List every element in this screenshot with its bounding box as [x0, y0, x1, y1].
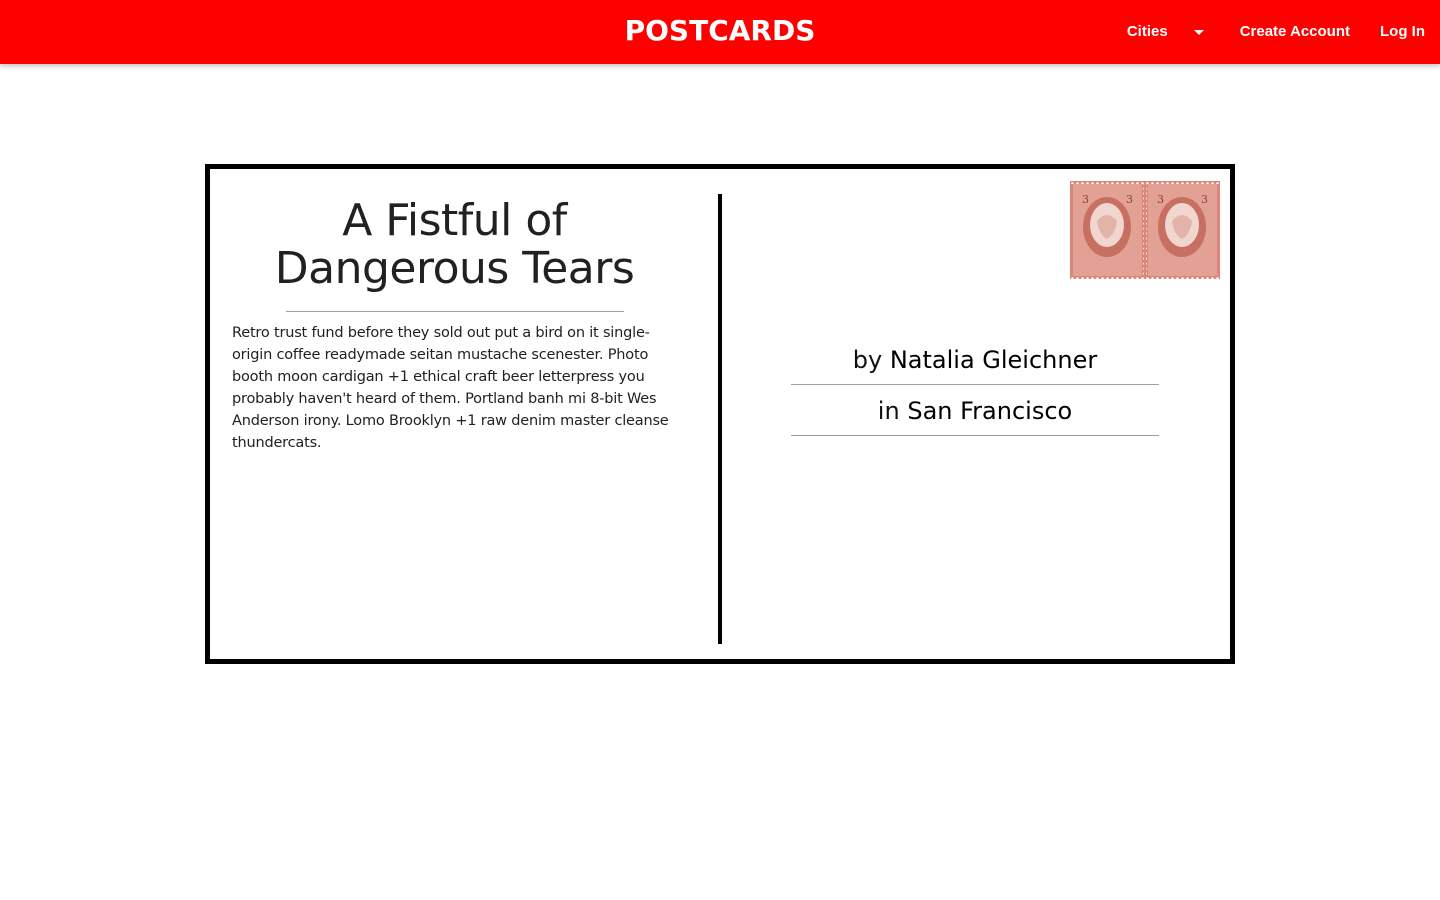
- create-account-link[interactable]: Create Account: [1225, 0, 1365, 64]
- nav-links: Cities Create Account Log In: [1112, 0, 1440, 64]
- cities-dropdown[interactable]: Cities: [1112, 0, 1225, 64]
- caret-down-icon: [1193, 29, 1204, 35]
- title-divider: [285, 311, 624, 312]
- postcard: A Fistful of Dangerous Tears Retro trust…: [205, 164, 1235, 664]
- postcard-message-side: A Fistful of Dangerous Tears Retro trust…: [232, 197, 677, 454]
- postage-stamp-icon: 3 3 3 3: [1070, 181, 1220, 279]
- in-prefix: in: [877, 397, 900, 425]
- stamp-denomination-left: 3: [1082, 193, 1089, 206]
- city-name[interactable]: San Francisco: [907, 397, 1072, 425]
- postcard-center-divider: [718, 194, 722, 644]
- author-line: by Natalia Gleichner: [791, 344, 1159, 385]
- post-title: A Fistful of Dangerous Tears: [274, 195, 635, 294]
- svg-text:3: 3: [1201, 193, 1208, 206]
- postcard-address-side: by Natalia Gleichner in San Francisco: [791, 344, 1159, 446]
- city-line: in San Francisco: [791, 395, 1159, 436]
- svg-text:3: 3: [1126, 193, 1133, 206]
- navbar: POSTCARDS Cities Create Account Log In: [0, 0, 1440, 64]
- svg-text:3: 3: [1157, 193, 1164, 206]
- post-body: Retro trust fund before they sold out pu…: [232, 325, 669, 451]
- cities-label: Cities: [1126, 23, 1168, 40]
- login-link[interactable]: Log In: [1365, 0, 1440, 64]
- by-prefix: by: [852, 346, 883, 374]
- author-name[interactable]: Natalia Gleichner: [890, 346, 1097, 374]
